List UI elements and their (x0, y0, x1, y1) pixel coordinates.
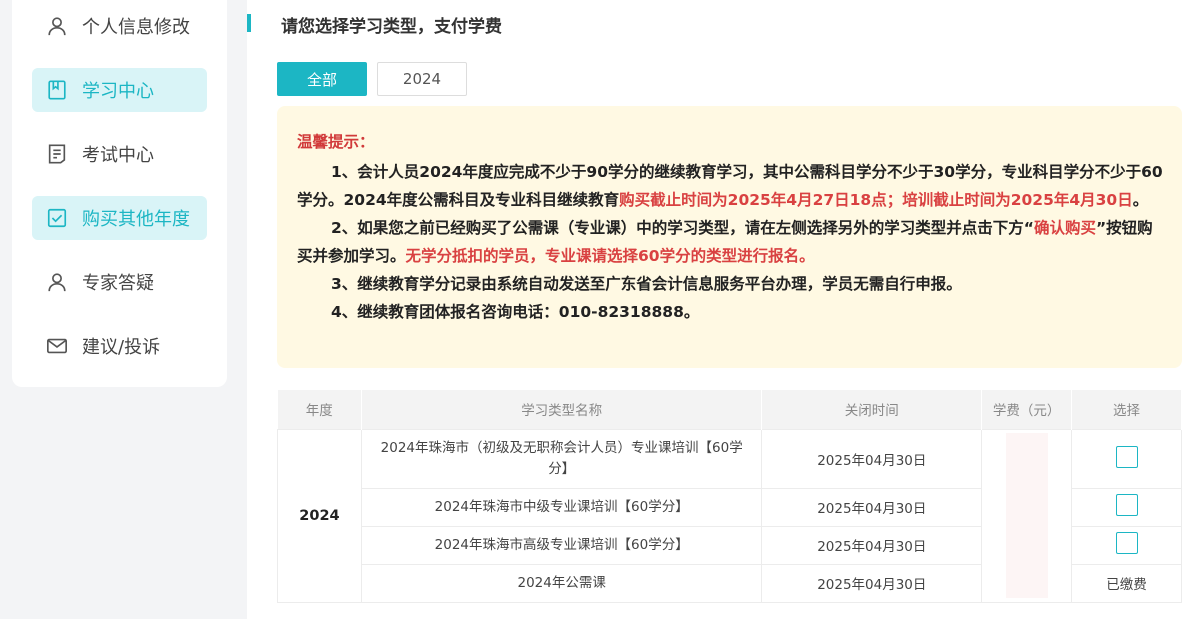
table-header-row: 年度 学习类型名称 关闭时间 学费（元） 选择 (277, 390, 1182, 429)
notice-warning-text: 无学分抵扣的学员，专业课请选择60学分的类型进行报名。 (405, 247, 815, 265)
sidebar-item-profile[interactable]: 个人信息修改 (32, 4, 207, 48)
sidebar-item-label: 购买其他年度 (82, 209, 190, 230)
sidebar-item-label: 个人信息修改 (82, 17, 190, 38)
sidebar-item-exam-center[interactable]: 考试中心 (32, 132, 207, 176)
sidebar-item-label: 学习中心 (82, 81, 154, 102)
header-select: 选择 (1071, 390, 1182, 429)
notice-paragraph-2: 2、如果您之前已经购买了公需课（专业课）中的学习类型，请在左侧选择另外的学习类型… (297, 214, 1164, 270)
fee-cell (981, 428, 1073, 603)
sidebar-item-label: 建议/投诉 (82, 337, 161, 358)
mail-icon (46, 335, 68, 357)
notice-text: 。 (1132, 191, 1149, 209)
select-cell (1071, 428, 1182, 489)
select-checkbox[interactable] (1115, 445, 1138, 468)
user-icon (46, 15, 68, 37)
exam-icon (46, 143, 68, 165)
notice-text: 2、如果您之前已经购买了公需课（专业课）中的学习类型，请在左侧选择另外的学习类型… (331, 219, 1034, 237)
sidebar-item-label: 考试中心 (82, 145, 154, 166)
table-row: 2024 2024年珠海市（初级及无职称会计人员）专业课培训【60学分】 202… (277, 428, 1182, 603)
close-time: 2025年04月30日 (761, 487, 983, 527)
select-cell (1071, 487, 1182, 527)
fee-redacted (1005, 433, 1048, 598)
course-table: 年度 学习类型名称 关闭时间 学费（元） 选择 2024 2024年珠海市（初级… (277, 390, 1182, 603)
notice-paragraph-3: 3、继续教育学分记录由系统自动发送至广东省会计信息服务平台办理，学员无需自行申报… (331, 275, 962, 293)
select-cell (1071, 525, 1182, 565)
sidebar: 个人信息修改 学习中心 考试中心 购买其他年度 专家答疑 建议/投诉 (12, 0, 227, 387)
sidebar-item-study-center[interactable]: 学习中心 (32, 68, 207, 112)
course-name: 2024年公需课 (360, 563, 763, 603)
header-fee: 学费（元） (981, 390, 1073, 429)
year-cell: 2024 (277, 428, 362, 603)
sidebar-item-label: 专家答疑 (82, 273, 154, 294)
checkbox-icon (46, 207, 68, 229)
header-name: 学习类型名称 (361, 390, 763, 429)
select-cell: 已缴费 (1071, 563, 1182, 603)
notice-deadline-text: 购买截止时间为2025年4月27日18点；培训截止时间为2025年4月30日 (619, 191, 1133, 209)
user-icon (46, 271, 68, 293)
close-time: 2025年04月30日 (761, 525, 983, 565)
close-time: 2025年04月30日 (761, 428, 983, 489)
close-time: 2025年04月30日 (761, 563, 983, 603)
notice-paragraph-4: 4、继续教育团体报名咨询电话：010-82318888。 (331, 303, 700, 321)
main-panel: 请您选择学习类型，支付学费 全部 2024 温馨提示： 1、会计人员2024年度… (247, 0, 1202, 619)
sidebar-item-expert-qa[interactable]: 专家答疑 (32, 260, 207, 304)
sidebar-item-feedback[interactable]: 建议/投诉 (32, 324, 207, 368)
notice-box: 温馨提示： 1、会计人员2024年度应完成不少于90学分的继续教育学习，其中公需… (277, 106, 1182, 368)
tab-2024[interactable]: 2024 (377, 62, 467, 96)
header-close-time: 关闭时间 (761, 390, 983, 429)
sidebar-item-buy-other-year[interactable]: 购买其他年度 (32, 196, 207, 240)
notice-confirm-text: 确认购买 (1033, 219, 1096, 237)
title-accent-bar (247, 14, 251, 32)
select-checkbox[interactable] (1115, 532, 1138, 554)
course-name: 2024年珠海市高级专业课培训【60学分】 (360, 525, 763, 565)
page-title: 请您选择学习类型，支付学费 (281, 17, 502, 37)
paid-status: 已缴费 (1106, 577, 1147, 593)
tab-all[interactable]: 全部 (277, 62, 367, 96)
book-icon (46, 79, 68, 101)
notice-paragraph-1: 1、会计人员2024年度应完成不少于90学分的继续教育学习，其中公需科目学分不少… (297, 158, 1164, 214)
course-name: 2024年珠海市（初级及无职称会计人员）专业课培训【60学分】 (360, 428, 763, 489)
course-name: 2024年珠海市中级专业课培训【60学分】 (360, 487, 763, 527)
notice-heading: 温馨提示： (297, 133, 375, 151)
header-year: 年度 (277, 390, 362, 429)
select-checkbox[interactable] (1115, 494, 1138, 516)
